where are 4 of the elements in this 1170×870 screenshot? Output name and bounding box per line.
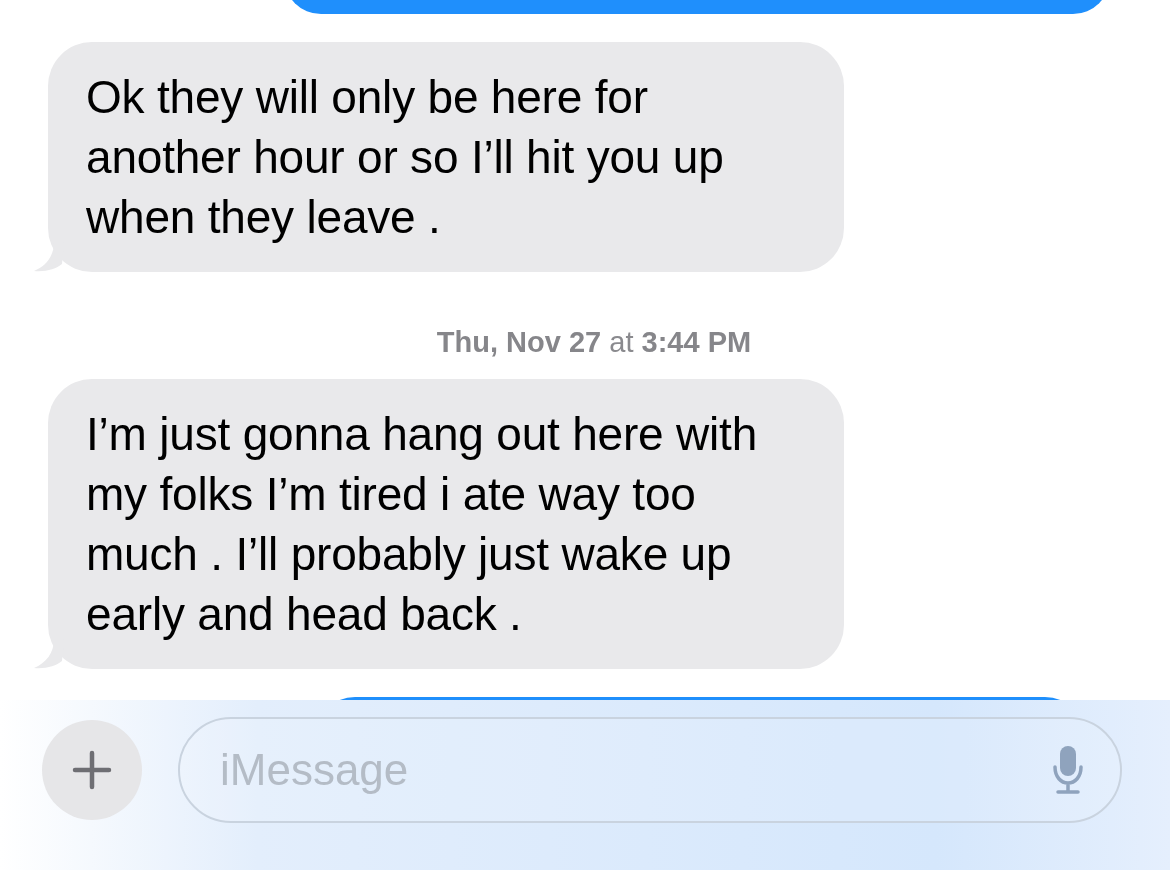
timestamp: Thu, Nov 27 at 3:44 PM (436, 326, 752, 359)
received-message: Ok they will only be here for another hour or so I’ll hit you up when they leave . (48, 42, 844, 272)
received-message: I’m just gonna hang out here with my folks I’m tired i ate way too much . I’ll probably just wake up early and head back . (48, 379, 844, 669)
plus-icon (72, 750, 112, 790)
